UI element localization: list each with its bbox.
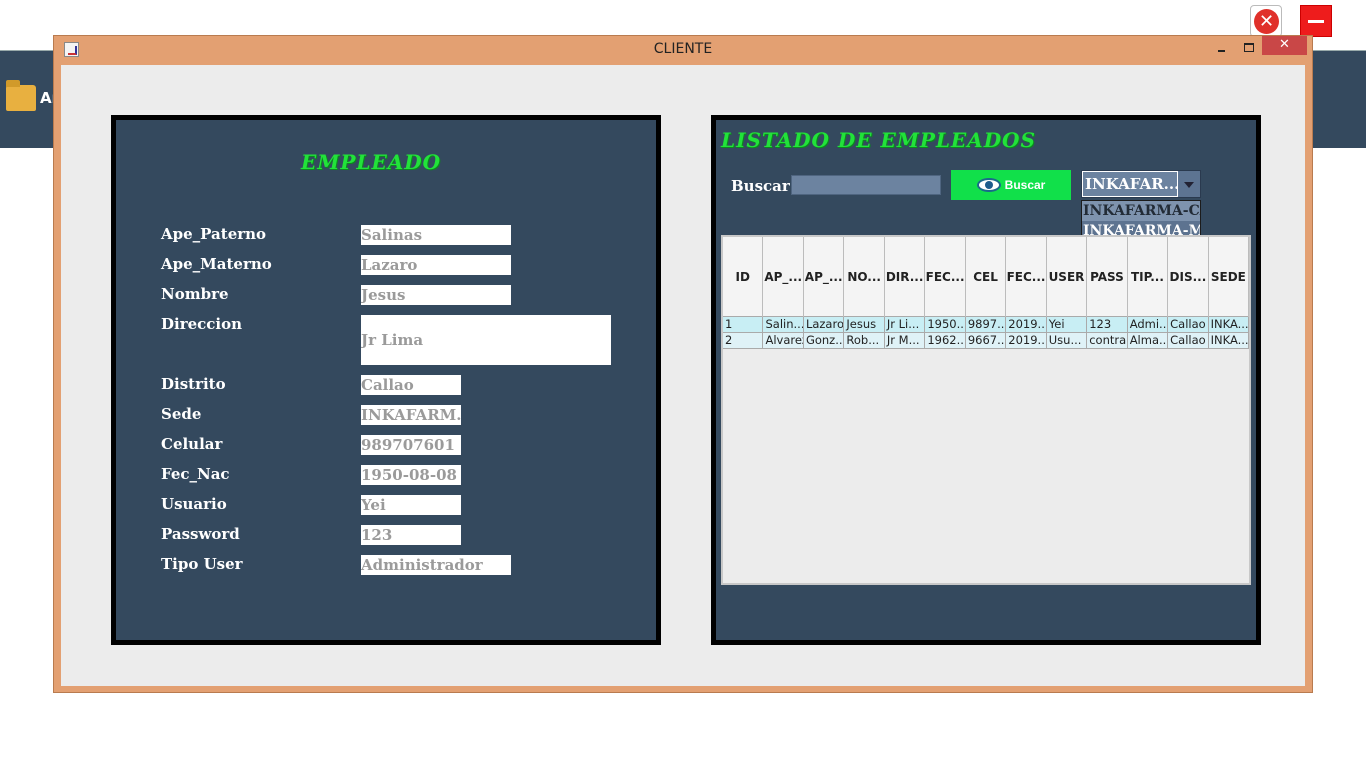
empleados-table[interactable]: ID AP_... AP_... NO... DIR... FEC... CEL… (721, 235, 1251, 585)
table-cell: 2 (723, 333, 764, 349)
column-header[interactable]: ID (723, 237, 764, 317)
table-header: ID AP_... AP_... NO... DIR... FEC... CEL… (723, 237, 1250, 317)
column-header[interactable]: PASS (1087, 237, 1128, 317)
ape-materno-field[interactable]: Lazaro (361, 255, 511, 275)
cliente-window: CLIENTE ✕ EMPLEADO Ape_Paterno Salinas A… (53, 35, 1313, 693)
usuario-field[interactable]: Yei (361, 495, 461, 515)
combo-selected-value: INKAFAR... (1082, 171, 1178, 197)
column-header[interactable]: FEC... (925, 237, 966, 317)
table-cell: 9897... (965, 317, 1007, 333)
label-ape-paterno: Ape_Paterno (161, 225, 267, 243)
password-field[interactable]: 123 (361, 525, 461, 545)
label-password: Password (161, 525, 240, 543)
column-header[interactable]: CEL (966, 237, 1007, 317)
table-cell: contra (1087, 333, 1128, 349)
table-cell: INKA... (1208, 317, 1250, 333)
table-cell: Admi... (1127, 317, 1169, 333)
listado-heading: LISTADO DE EMPLEADOS (721, 128, 1036, 152)
distrito-field[interactable]: Callao (361, 375, 461, 395)
table-cell: Salin... (763, 317, 804, 333)
table-cell: Callao (1168, 333, 1209, 349)
background-close-button[interactable]: ✕ (1250, 5, 1282, 37)
table-cell: 1962... (925, 333, 966, 349)
table-cell: 9667... (965, 333, 1007, 349)
table-cell: Usu... (1046, 333, 1088, 349)
column-header[interactable]: DIS... (1168, 237, 1209, 317)
direccion-field[interactable]: Jr Lima (361, 315, 611, 365)
label-celular: Celular (161, 435, 223, 453)
table-cell: Rob... (844, 333, 885, 349)
table-cell: Jr Li... (884, 317, 926, 333)
sede-field[interactable]: INKAFARM... (361, 405, 461, 425)
table-cell: Alma... (1127, 333, 1169, 349)
table-cell: 1 (723, 317, 764, 333)
column-header[interactable]: SEDE (1209, 237, 1250, 317)
close-icon: ✕ (1254, 9, 1279, 34)
table-cell: Jesus (844, 317, 885, 333)
buscar-button-label: Buscar (1004, 178, 1046, 192)
table-cell: Callao (1168, 317, 1209, 333)
table-cell: 123 (1087, 317, 1128, 333)
table-cell: Jr M... (884, 333, 926, 349)
empleado-heading: EMPLEADO (301, 150, 442, 174)
search-input[interactable] (791, 175, 941, 195)
label-fec-nac: Fec_Nac (161, 465, 230, 483)
table-row[interactable]: 1 Salin... Lazaro Jesus Jr Li... 1950...… (723, 317, 1250, 333)
column-header[interactable]: DIR... (885, 237, 926, 317)
table-cell: Alvarez (763, 333, 804, 349)
table-row[interactable]: 2 Alvarez Gonz... Rob... Jr M... 1962...… (723, 333, 1250, 349)
label-sede: Sede (161, 405, 202, 423)
table-cell: Gonz... (803, 333, 845, 349)
nombre-field[interactable]: Jesus (361, 285, 511, 305)
eye-icon (976, 178, 1001, 192)
chevron-down-icon[interactable] (1178, 171, 1200, 197)
column-header[interactable]: AP_... (804, 237, 845, 317)
buscar-label: Buscar: (731, 177, 796, 195)
maximize-button[interactable] (1239, 40, 1257, 56)
label-ape-materno: Ape_Materno (161, 255, 272, 273)
column-header[interactable]: AP_... (763, 237, 804, 317)
label-usuario: Usuario (161, 495, 227, 513)
close-button[interactable]: ✕ (1262, 36, 1307, 55)
background-minimize-button[interactable] (1300, 5, 1332, 37)
listado-panel: LISTADO DE EMPLEADOS Buscar: Buscar INKA… (711, 115, 1261, 645)
combo-option[interactable]: INKAFARMA-CA (1082, 201, 1200, 221)
label-direccion: Direccion (161, 315, 243, 333)
table-cell: Lazaro (803, 317, 845, 333)
column-header[interactable]: USER (1047, 237, 1088, 317)
column-header[interactable]: NO... (844, 237, 885, 317)
tipo-user-field[interactable]: Administrador (361, 555, 511, 575)
window-content: EMPLEADO Ape_Paterno Salinas Ape_Materno… (61, 65, 1305, 686)
sede-combobox[interactable]: INKAFAR... (1081, 170, 1201, 198)
title-bar[interactable]: CLIENTE ✕ (54, 36, 1312, 64)
table-cell: 2019... (1006, 333, 1047, 349)
label-nombre: Nombre (161, 285, 229, 303)
table-cell: 2019... (1006, 317, 1047, 333)
fec-nac-field[interactable]: 1950-08-08 (361, 465, 461, 485)
table-cell: Yei (1046, 317, 1088, 333)
buscar-button[interactable]: Buscar (951, 170, 1071, 200)
window-title: CLIENTE (653, 41, 713, 57)
celular-field[interactable]: 989707601 (361, 435, 461, 455)
column-header[interactable]: TIP... (1128, 237, 1169, 317)
label-tipo-user: Tipo User (161, 555, 243, 573)
column-header[interactable]: FEC... (1006, 237, 1047, 317)
label-distrito: Distrito (161, 375, 226, 393)
table-cell: INKA... (1208, 333, 1250, 349)
empleado-panel: EMPLEADO Ape_Paterno Salinas Ape_Materno… (111, 115, 661, 645)
table-cell: 1950... (925, 317, 966, 333)
minimize-button[interactable] (1212, 42, 1230, 58)
ape-paterno-field[interactable]: Salinas (361, 225, 511, 245)
folder-icon[interactable] (6, 80, 36, 111)
